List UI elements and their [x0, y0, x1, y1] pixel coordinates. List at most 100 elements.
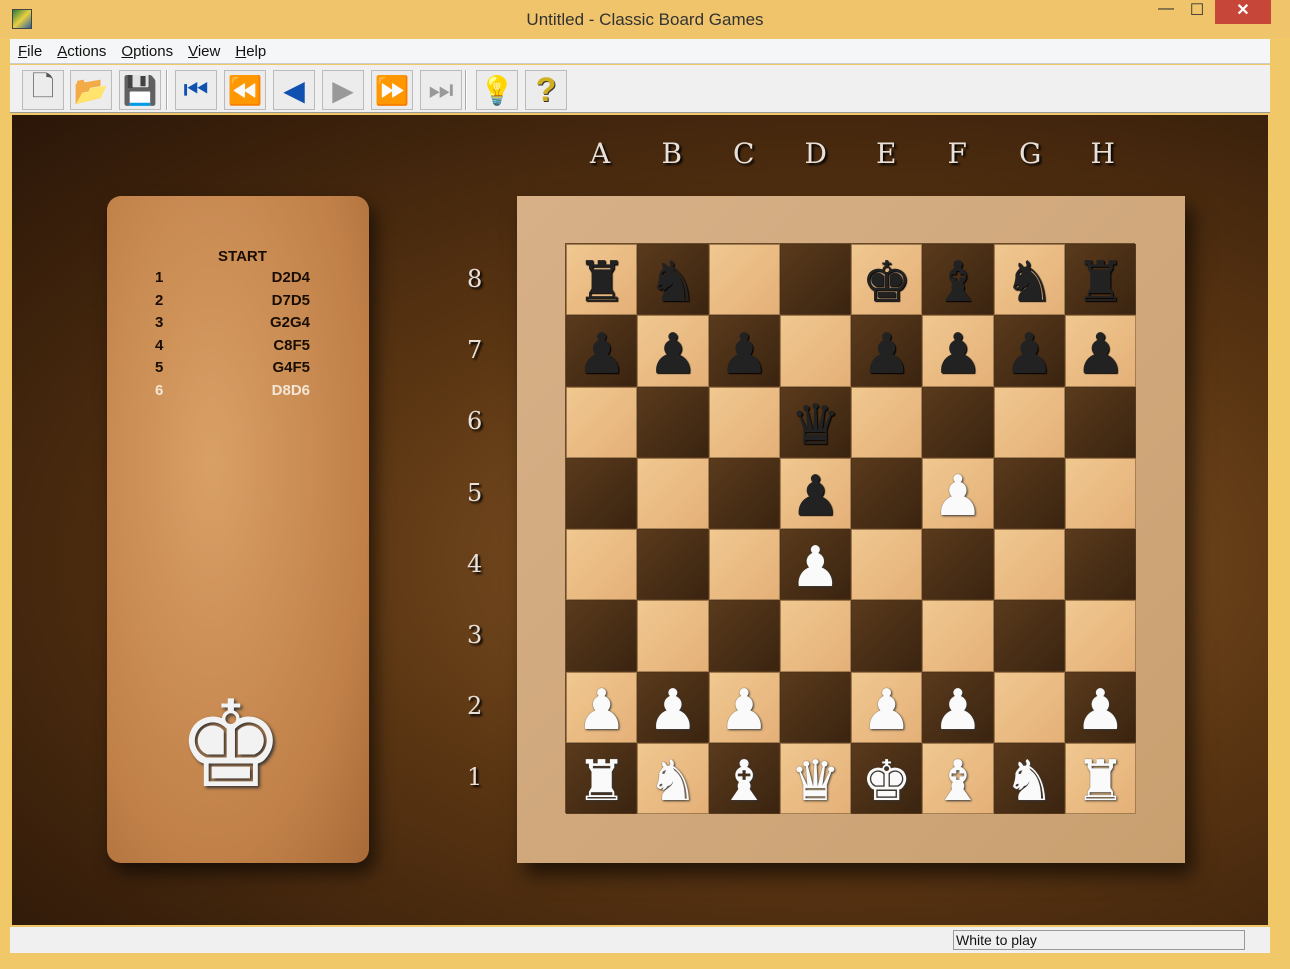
black-king-icon[interactable]: ♚: [862, 254, 912, 310]
square-e8[interactable]: ♚: [851, 244, 923, 316]
black-rook-icon[interactable]: ♜: [1075, 254, 1125, 310]
square-e3[interactable]: [851, 600, 923, 672]
forward-button[interactable]: ▶: [322, 70, 364, 110]
square-a2[interactable]: ♟: [566, 671, 638, 743]
white-rook-icon[interactable]: ♜: [1075, 753, 1125, 809]
square-g3[interactable]: [993, 600, 1065, 672]
white-bishop-icon[interactable]: ♝: [719, 753, 769, 809]
square-b2[interactable]: ♟: [637, 671, 709, 743]
square-d7[interactable]: [779, 315, 851, 387]
first-move-button[interactable]: ⏮: [175, 70, 217, 110]
square-g6[interactable]: [993, 386, 1065, 458]
square-b7[interactable]: ♟: [637, 315, 709, 387]
white-pawn-icon[interactable]: ♟: [933, 468, 983, 524]
black-pawn-icon[interactable]: ♟: [933, 325, 983, 382]
white-rook-icon[interactable]: ♜: [577, 753, 627, 809]
square-f8[interactable]: ♝: [922, 244, 994, 316]
square-d5[interactable]: ♟: [779, 457, 851, 529]
white-queen-icon[interactable]: ♛: [790, 753, 840, 809]
square-h1[interactable]: ♜: [1064, 742, 1136, 814]
square-g4[interactable]: [993, 529, 1065, 601]
black-knight-icon[interactable]: ♞: [1004, 254, 1054, 310]
square-d8[interactable]: [779, 244, 851, 316]
square-c2[interactable]: ♟: [708, 671, 780, 743]
menu-options[interactable]: Options: [113, 39, 180, 60]
square-a5[interactable]: [566, 457, 638, 529]
square-h4[interactable]: [1064, 529, 1136, 601]
square-f1[interactable]: ♝: [922, 742, 994, 814]
square-f6[interactable]: [922, 386, 994, 458]
square-h6[interactable]: [1064, 386, 1136, 458]
menu-help[interactable]: Help: [227, 39, 273, 60]
black-pawn-icon[interactable]: ♟: [790, 468, 840, 524]
square-d1[interactable]: ♛: [779, 742, 851, 814]
white-pawn-icon[interactable]: ♟: [790, 539, 840, 595]
square-a1[interactable]: ♜: [566, 742, 638, 814]
black-pawn-icon[interactable]: ♟: [719, 325, 769, 382]
move-list-item[interactable]: 1 D2D4: [155, 269, 310, 292]
open-button[interactable]: 📂: [70, 70, 112, 110]
save-button[interactable]: 💾: [119, 70, 161, 110]
square-d4[interactable]: ♟: [779, 529, 851, 601]
square-d2[interactable]: [779, 671, 851, 743]
square-e4[interactable]: [851, 529, 923, 601]
square-e5[interactable]: [851, 457, 923, 529]
square-f4[interactable]: [922, 529, 994, 601]
square-f7[interactable]: ♟: [922, 315, 994, 387]
move-list-item[interactable]: 5 G4F5: [155, 359, 310, 382]
black-pawn-icon[interactable]: ♟: [577, 325, 627, 382]
square-c1[interactable]: ♝: [708, 742, 780, 814]
square-a3[interactable]: [566, 600, 638, 672]
chess-board[interactable]: ♜ ♞ ♚ ♝ ♞ ♜ ♟ ♟ ♟ ♟ ♟ ♟ ♟ ♛ ♟ ♟ ♟ ♟ ♟ ♟ ♟ ♟ ♟ ♜ ♞ ♝ ♛ ♚ ♝ ♞ ♜: [565, 243, 1136, 814]
black-pawn-icon[interactable]: ♟: [1004, 325, 1054, 382]
black-pawn-icon[interactable]: ♟: [862, 325, 912, 382]
square-g5[interactable]: [993, 457, 1065, 529]
square-h2[interactable]: ♟: [1064, 671, 1136, 743]
square-d6[interactable]: ♛: [779, 386, 851, 458]
black-queen-icon[interactable]: ♛: [790, 396, 840, 453]
square-e6[interactable]: [851, 386, 923, 458]
white-bishop-icon[interactable]: ♝: [933, 753, 983, 809]
black-pawn-icon[interactable]: ♟: [1075, 325, 1125, 382]
white-pawn-icon[interactable]: ♟: [933, 681, 983, 738]
square-c4[interactable]: [708, 529, 780, 601]
square-f5[interactable]: ♟: [922, 457, 994, 529]
menu-file[interactable]: File: [10, 39, 49, 60]
white-pawn-icon[interactable]: ♟: [719, 681, 769, 738]
square-c8[interactable]: [708, 244, 780, 316]
square-a7[interactable]: ♟: [566, 315, 638, 387]
back-button[interactable]: ◀: [273, 70, 315, 110]
square-b8[interactable]: ♞: [637, 244, 709, 316]
move-list-item[interactable]: 2 D7D5: [155, 292, 310, 315]
hint-button[interactable]: 💡: [476, 70, 518, 110]
white-knight-icon[interactable]: ♞: [1004, 753, 1054, 809]
white-pawn-icon[interactable]: ♟: [862, 681, 912, 738]
square-f2[interactable]: ♟: [922, 671, 994, 743]
forward-fast-button[interactable]: ⏩: [371, 70, 413, 110]
square-b1[interactable]: ♞: [637, 742, 709, 814]
square-c7[interactable]: ♟: [708, 315, 780, 387]
square-g2[interactable]: [993, 671, 1065, 743]
square-h5[interactable]: [1064, 457, 1136, 529]
white-knight-icon[interactable]: ♞: [648, 753, 698, 809]
square-h7[interactable]: ♟: [1064, 315, 1136, 387]
square-h3[interactable]: [1064, 600, 1136, 672]
square-h8[interactable]: ♜: [1064, 244, 1136, 316]
back-fast-button[interactable]: ⏪: [224, 70, 266, 110]
square-g1[interactable]: ♞: [993, 742, 1065, 814]
move-list-item[interactable]: 6 D8D6: [155, 382, 310, 405]
last-move-button[interactable]: ⏭: [420, 70, 462, 110]
square-a4[interactable]: [566, 529, 638, 601]
white-pawn-icon[interactable]: ♟: [648, 681, 698, 738]
square-b5[interactable]: [637, 457, 709, 529]
black-bishop-icon[interactable]: ♝: [933, 254, 983, 310]
new-button[interactable]: 🗋: [22, 70, 64, 110]
menu-view[interactable]: View: [180, 39, 227, 60]
square-b4[interactable]: [637, 529, 709, 601]
maximize-button[interactable]: ☐: [1183, 0, 1211, 24]
white-pawn-icon[interactable]: ♟: [1075, 681, 1125, 738]
close-button[interactable]: ✕: [1215, 0, 1271, 24]
move-list-item[interactable]: 4 C8F5: [155, 337, 310, 360]
square-c5[interactable]: [708, 457, 780, 529]
black-rook-icon[interactable]: ♜: [577, 254, 627, 310]
